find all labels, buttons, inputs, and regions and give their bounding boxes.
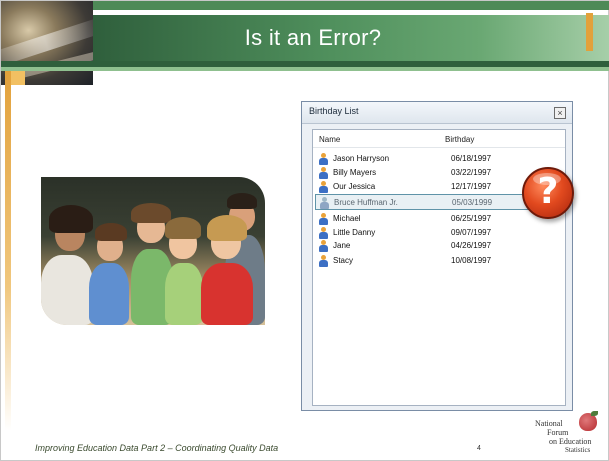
birthday-list: Name Birthday Jason Harryson 06/18/1997 … (312, 129, 566, 406)
leaf-icon (591, 411, 598, 416)
row-name: Jane (333, 241, 351, 250)
row-birthday: 06/25/1997 (451, 214, 492, 223)
list-item[interactable]: Jason Harryson 06/18/1997 (315, 152, 563, 166)
birthday-list-window: Birthday List × Name Birthday Jason Harr… (301, 101, 573, 411)
slide-title: Is it an Error? (244, 25, 382, 50)
accent-bar-left (5, 71, 11, 431)
row-birthday: 05/03/1999 (452, 198, 493, 207)
page-number: 4 (477, 445, 481, 452)
question-mark-symbol: ? (537, 171, 559, 212)
column-header-birthday[interactable]: Birthday (445, 135, 474, 144)
list-item[interactable]: Stacy 10/08/1997 (315, 254, 563, 268)
row-birthday: 12/17/1997 (451, 182, 492, 191)
list-item[interactable]: Michael 06/25/1997 (315, 212, 563, 226)
column-header-name[interactable]: Name (319, 135, 340, 144)
person-icon (319, 181, 328, 193)
row-birthday: 03/22/1997 (451, 168, 492, 177)
person-icon (319, 227, 328, 239)
header-top-stripe (93, 1, 609, 10)
person-icon (319, 255, 328, 267)
row-birthday: 10/08/1997 (451, 256, 492, 265)
header-divider-light (1, 67, 609, 71)
slide: Is it an Error? Birthday List × Name Bir… (0, 0, 609, 461)
classroom-photo (41, 177, 265, 325)
accent-square (11, 71, 25, 85)
list-item[interactable]: Little Danny 09/07/1997 (315, 226, 563, 240)
row-name: Little Danny (333, 228, 376, 237)
row-birthday: 09/07/1997 (451, 228, 492, 237)
window-titlebar: Birthday List × (302, 102, 572, 124)
person-icon (320, 197, 329, 209)
row-name: Our Jessica (333, 182, 376, 191)
person-icon (319, 240, 328, 252)
question-mark-icon: ? (522, 167, 574, 219)
row-name: Stacy (333, 256, 354, 265)
accent-bar-right (586, 13, 593, 51)
person-icon (319, 153, 328, 165)
row-name: Bruce Huffman Jr. (334, 198, 398, 207)
window-title: Birthday List (309, 106, 359, 116)
footer-title: Improving Education Data Part 2 – Coordi… (35, 443, 279, 453)
row-name: Jason Harryson (333, 154, 390, 163)
row-birthday: 04/26/1997 (451, 241, 492, 250)
row-name: Billy Mayers (333, 168, 377, 177)
row-birthday: 06/18/1997 (451, 154, 492, 163)
person-icon (319, 167, 328, 179)
forum-logo: National Forum on Education Statistics (535, 411, 605, 457)
person-icon (319, 213, 328, 225)
list-item[interactable]: Jane 04/26/1997 (315, 239, 563, 253)
row-name: Michael (333, 214, 361, 223)
close-icon[interactable]: × (554, 107, 566, 119)
list-header: Name Birthday (313, 130, 565, 148)
